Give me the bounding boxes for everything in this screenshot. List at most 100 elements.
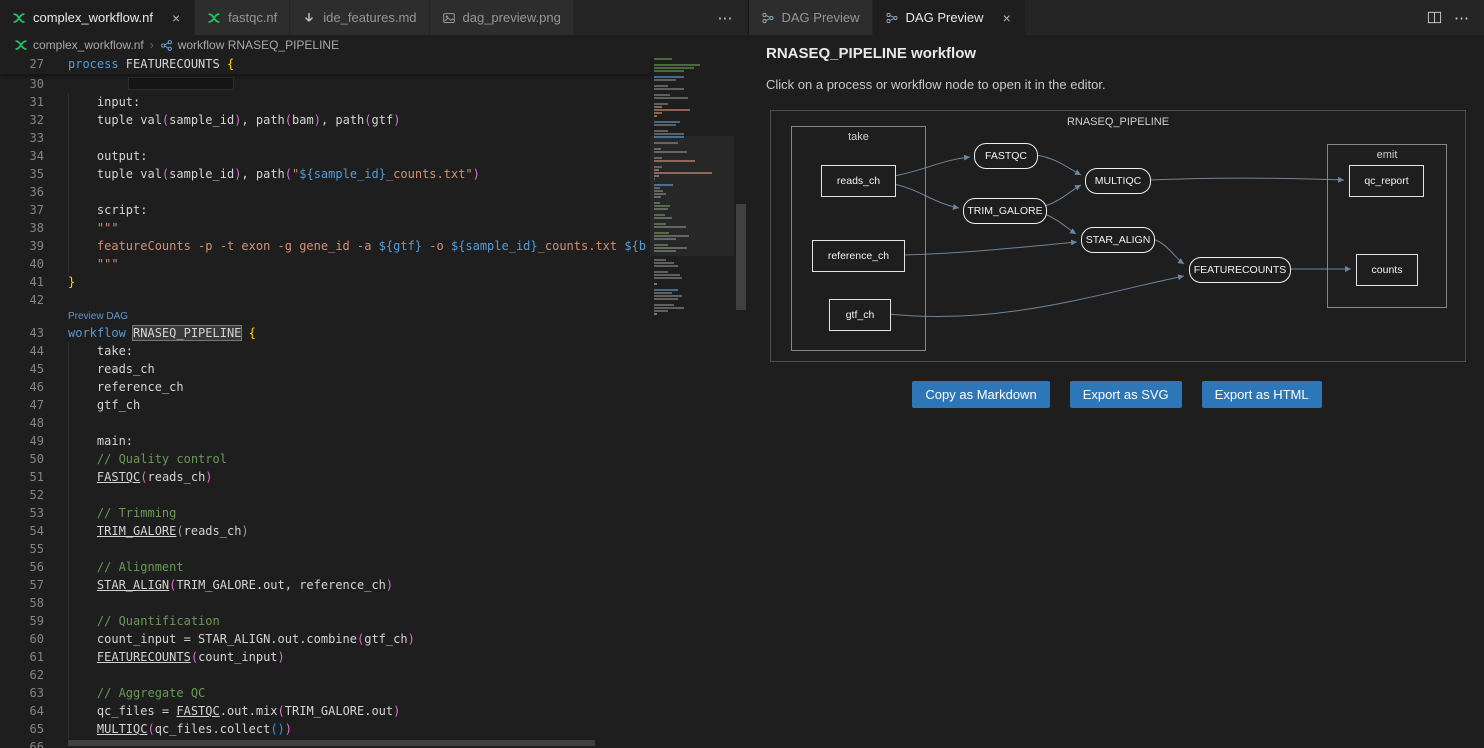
code-line-42[interactable]: 42 [0, 291, 650, 309]
token: ( [140, 470, 147, 484]
process-link-multiqc[interactable]: MULTIQC [97, 722, 148, 736]
token: // Alignment [68, 560, 184, 574]
more-actions-icon[interactable]: ⋯ [1454, 9, 1470, 27]
tab-dag-preview[interactable]: DAG Preview× [873, 0, 1026, 35]
dag-node-star-align[interactable]: STAR_ALIGN [1081, 227, 1155, 253]
dag-node-multiqc[interactable]: MULTIQC [1085, 168, 1151, 194]
code-line-61[interactable]: 61 FEATURECOUNTS(count_input) [0, 648, 650, 666]
code-line-38[interactable]: 38 """ [0, 219, 650, 237]
dag-node-featurecounts[interactable]: FEATURECOUNTS [1189, 257, 1291, 283]
code-line-53[interactable]: 53 // Trimming [0, 504, 650, 522]
dag-node-qc-report[interactable]: qc_report [1349, 165, 1424, 197]
tab-close-icon[interactable]: × [1001, 11, 1013, 25]
line-content [44, 486, 68, 504]
code-line-51[interactable]: 51 FASTQC(reads_ch) [0, 468, 650, 486]
export-as-html-button[interactable]: Export as HTML [1202, 381, 1322, 408]
process-link-fastqc[interactable]: FASTQC [97, 470, 140, 484]
breadcrumb-file[interactable]: complex_workflow.nf [33, 38, 144, 52]
split-editor-icon[interactable] [1427, 10, 1442, 25]
code-line-31[interactable]: 31 input: [0, 93, 650, 111]
code-line-36[interactable]: 36 [0, 183, 650, 201]
code-line-56[interactable]: 56 // Alignment [0, 558, 650, 576]
code-line-39[interactable]: 39 featureCounts -p -t exon -g gene_id -… [0, 237, 650, 255]
copy-as-markdown-button[interactable]: Copy as Markdown [912, 381, 1049, 408]
code-line-37[interactable]: 37 script: [0, 201, 650, 219]
process-link-fastqc[interactable]: FASTQC [176, 704, 219, 718]
vertical-scrollbar[interactable] [736, 55, 746, 748]
code-line-32[interactable]: 32 tuple val(sample_id), path(bam), path… [0, 111, 650, 129]
code-line-48[interactable]: 48 [0, 414, 650, 432]
code-line-58[interactable]: 58 [0, 594, 650, 612]
dag-node-reference-ch[interactable]: reference_ch [812, 240, 905, 272]
tab-label: complex_workflow.nf [33, 10, 153, 25]
dag-diagram: RNASEQ_PIPELINE take emit reads_chrefere… [770, 110, 1466, 362]
horizontal-scrollbar[interactable] [0, 738, 748, 748]
minimap-viewport[interactable] [650, 136, 734, 256]
code-line-41[interactable]: 41} [0, 273, 650, 291]
tab-close-icon[interactable]: × [170, 11, 182, 25]
process-link-star-align[interactable]: STAR_ALIGN [97, 578, 169, 592]
tab-fastqc-nf[interactable]: fastqc.nf [195, 0, 290, 35]
code-line-30[interactable]: 30 [0, 75, 650, 93]
code-line-57[interactable]: 57 STAR_ALIGN(TRIM_GALORE.out, reference… [0, 576, 650, 594]
code-line-54[interactable]: 54 TRIM_GALORE(reads_ch) [0, 522, 650, 540]
code-line-35[interactable]: 35 tuple val(sample_id), path("${sample_… [0, 165, 650, 183]
code-line-40[interactable]: 40 """ [0, 255, 650, 273]
line-number: 60 [0, 630, 44, 648]
dag-node-gtf-ch[interactable]: gtf_ch [829, 299, 891, 331]
minimap[interactable] [650, 55, 734, 748]
horizontal-scrollbar-thumb[interactable] [68, 740, 595, 746]
code-editor[interactable]: 3031 input:32 tuple val(sample_id), path… [0, 55, 748, 748]
nextflow-icon [207, 11, 221, 25]
process-link-featurecounts[interactable]: FEATURECOUNTS [97, 650, 191, 664]
vertical-scrollbar-thumb[interactable] [736, 204, 746, 310]
code-line-55[interactable]: 55 [0, 540, 650, 558]
line-content: input: [44, 93, 140, 111]
code-line-52[interactable]: 52 [0, 486, 650, 504]
code-line-65[interactable]: 65 MULTIQC(qc_files.collect()) [0, 720, 650, 738]
breadcrumb-symbol[interactable]: workflow RNASEQ_PIPELINE [178, 38, 339, 52]
sticky-scroll-line[interactable]: 27process FEATURECOUNTS { [0, 55, 650, 74]
code-line-45[interactable]: 45 reads_ch [0, 360, 650, 378]
line-number: 45 [0, 360, 44, 378]
code-line-62[interactable]: 62 [0, 666, 650, 684]
token [68, 257, 97, 271]
line-content: tuple val(sample_id), path("${sample_id}… [44, 165, 480, 183]
code-line-34[interactable]: 34 output: [0, 147, 650, 165]
line-number: 34 [0, 147, 44, 165]
dag-node-trim-galore[interactable]: TRIM_GALORE [963, 198, 1047, 224]
tab-overflow-button[interactable]: ⋯ [704, 9, 748, 27]
code-lines[interactable]: 3031 input:32 tuple val(sample_id), path… [0, 75, 650, 748]
dag-node-counts[interactable]: counts [1356, 254, 1418, 286]
code-line-47[interactable]: 47 gtf_ch [0, 396, 650, 414]
export-as-svg-button[interactable]: Export as SVG [1070, 381, 1182, 408]
code-line-59[interactable]: 59 // Quantification [0, 612, 650, 630]
tab-label: DAG Preview [782, 10, 860, 25]
code-line-63[interactable]: 63 // Aggregate QC [0, 684, 650, 702]
tab-ide-features-md[interactable]: ide_features.md [290, 0, 429, 35]
code-line-27[interactable]: 27process FEATURECOUNTS { [0, 55, 650, 74]
code-line-50[interactable]: 50 // Quality control [0, 450, 650, 468]
code-line-64[interactable]: 64 qc_files = FASTQC.out.mix(TRIM_GALORE… [0, 702, 650, 720]
tab-dag-preview-png[interactable]: dag_preview.png [430, 0, 574, 35]
dag-node-reads-ch[interactable]: reads_ch [821, 165, 896, 197]
code-line-33[interactable]: 33 [0, 129, 650, 147]
codelens-preview-dag[interactable]: Preview DAG [68, 309, 128, 324]
code-line-46[interactable]: 46 reference_ch [0, 378, 650, 396]
line-number: 55 [0, 540, 44, 558]
line-number: 48 [0, 414, 44, 432]
tab-complex-workflow-nf[interactable]: complex_workflow.nf × [0, 0, 195, 35]
code-line-44[interactable]: 44 take: [0, 342, 650, 360]
line-number: 64 [0, 702, 44, 720]
token: // Aggregate QC [68, 686, 205, 700]
token: ) [241, 524, 248, 538]
process-link-trim-galore[interactable]: TRIM_GALORE [97, 524, 176, 538]
tab-dag-preview[interactable]: DAG Preview [749, 0, 873, 35]
code-line-43[interactable]: 43workflow RNASEQ_PIPELINE { [0, 324, 650, 342]
code-line-60[interactable]: 60 count_input = STAR_ALIGN.out.combine(… [0, 630, 650, 648]
dag-node-fastqc[interactable]: FASTQC [974, 143, 1038, 169]
code-line-49[interactable]: 49 main: [0, 432, 650, 450]
line-number: 32 [0, 111, 44, 129]
indent-guide [68, 93, 69, 273]
token: ) [386, 578, 393, 592]
